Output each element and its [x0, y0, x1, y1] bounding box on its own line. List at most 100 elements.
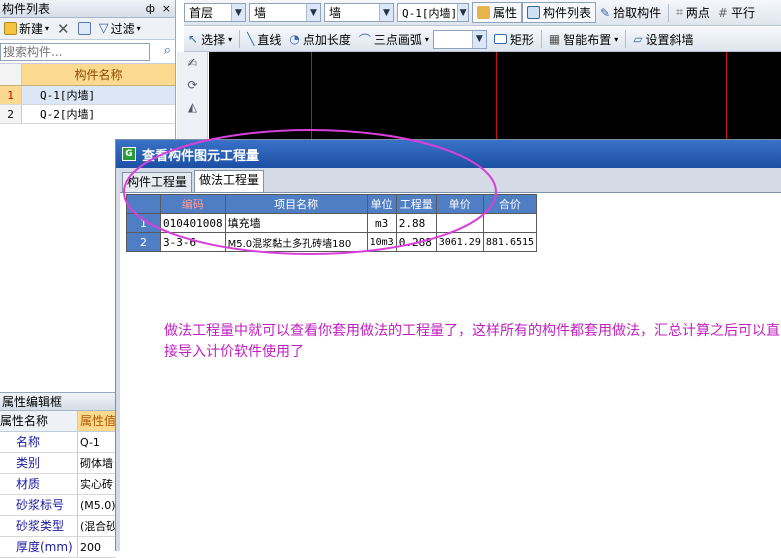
component-value: Q-1[内墙]: [402, 6, 458, 20]
parallel-icon: #: [717, 5, 728, 20]
property-row[interactable]: 砂浆标号 (M5.0): [0, 495, 116, 516]
arc-button[interactable]: ⌒ 三点画弧 ▾: [355, 29, 433, 50]
parallel-label: 平行: [730, 6, 755, 20]
property-row[interactable]: 材质 实心砖: [0, 474, 116, 495]
draw-option-select[interactable]: ▼: [432, 29, 487, 49]
property-name: 材质: [0, 474, 78, 494]
parallel-button[interactable]: # 平行: [714, 2, 759, 23]
annotation-text: 做法工程量中就可以查看你套用做法的工程量了，这样所有的构件都套用做法，汇总计算之…: [164, 323, 780, 360]
toolbar-separator: [668, 3, 670, 22]
property-name: 厚度(mm): [0, 537, 78, 557]
category-select[interactable]: 墙 ▼: [249, 3, 321, 22]
property-row[interactable]: 类别 砌体墙: [0, 453, 116, 474]
filter-icon: ▽: [98, 21, 109, 36]
property-panel: 属性编辑框 属性名称 属性值 名称 Q-1 类别 砌体墙 材质 实心砖 砂浆标号 (M5…: [0, 392, 116, 558]
copy-icon: [77, 22, 91, 35]
list-item[interactable]: 2 Q-2[内墙]: [0, 105, 175, 124]
pick-component-button[interactable]: ✎ 拾取构件: [596, 2, 665, 23]
point-length-label: 点加长度: [302, 32, 351, 47]
highlight-ellipse: [123, 129, 497, 255]
list-icon: [527, 6, 541, 19]
new-label: 新建: [19, 22, 44, 36]
search-row: ⌕: [0, 40, 175, 64]
chevron-down-icon: ▾: [136, 24, 141, 33]
chevron-down-icon: ▾: [228, 34, 233, 44]
pick-icon: ✎: [600, 5, 611, 20]
pin-icon[interactable]: ф: [146, 0, 155, 18]
search-icon[interactable]: ⌕: [164, 43, 171, 58]
property-value[interactable]: (M5.0): [78, 495, 116, 515]
list-item[interactable]: 1 Q-1[内墙]: [0, 86, 175, 105]
toolbar-selectors: 首层 ▼ 墙 ▼ 墙 ▼ Q-1[内墙] ▼ 属性 构件列表 ✎ 拾取构件 ⌗ 两点 # 平行: [184, 0, 781, 26]
two-points-icon: ⌗: [676, 5, 683, 19]
smart-layout-button[interactable]: ▦ 智能布置 ▾: [545, 29, 622, 50]
property-name: 名称: [0, 432, 78, 452]
type-select[interactable]: 墙 ▼: [324, 3, 394, 22]
select-icon: ↖: [188, 32, 199, 46]
property-value[interactable]: 实心砖: [78, 474, 116, 494]
select-button[interactable]: ↖ 选择 ▾: [184, 29, 236, 50]
filter-label: 过滤: [110, 22, 135, 36]
property-value[interactable]: (混合砂: [78, 516, 116, 536]
point-length-icon: ◔: [289, 32, 300, 46]
property-name: 砂浆标号: [0, 495, 78, 515]
arc-icon: ⌒: [358, 32, 371, 47]
close-icon[interactable]: ×: [162, 0, 171, 18]
toolbar-separator: [239, 30, 241, 48]
chevron-down-icon: ▼: [457, 4, 468, 21]
category-value: 墙: [254, 6, 267, 20]
copy-button[interactable]: [76, 22, 93, 35]
chevron-down-icon: ▾: [424, 34, 429, 44]
mirror-icon[interactable]: ◭: [177, 96, 208, 118]
select-label: 选择: [201, 32, 226, 47]
smart-layout-label: 智能布置: [563, 32, 612, 47]
pick-label: 拾取构件: [613, 6, 662, 20]
two-points-button[interactable]: ⌗ 两点: [672, 2, 714, 23]
property-value[interactable]: 砌体墙: [78, 453, 116, 473]
slope-wall-label: 设置斜墙: [645, 32, 694, 47]
line-label: 直线: [257, 32, 282, 47]
chevron-down-icon: ▼: [379, 4, 393, 21]
floor-select[interactable]: 首层 ▼: [184, 3, 246, 22]
line-icon: ╲: [247, 32, 255, 46]
slope-wall-button[interactable]: ▱ 设置斜墙: [629, 29, 697, 50]
two-points-label: 两点: [685, 6, 710, 20]
delete-button[interactable]: ✕: [55, 20, 72, 38]
point-length-button[interactable]: ◔ 点加长度: [285, 29, 355, 50]
toolbar-draw: ↖ 选择 ▾ ╲ 直线 ◔ 点加长度 ⌒ 三点画弧 ▾ ▼ 矩形 ▦ 智能布置 ▾ ▱ 设置斜墙: [184, 27, 781, 52]
property-row[interactable]: 砂浆类型 (混合砂: [0, 516, 116, 537]
properties-label: 属性: [493, 6, 518, 20]
component-list-button[interactable]: 构件列表: [522, 2, 597, 23]
property-row[interactable]: 厚度(mm) 200: [0, 537, 116, 558]
rect-button[interactable]: 矩形: [490, 29, 538, 50]
toolbar-separator: [625, 30, 627, 48]
property-row[interactable]: 名称 Q-1: [0, 432, 116, 453]
property-value[interactable]: Q-1: [78, 432, 116, 452]
component-toolbar: 新建 ▾ ✕ ▽ 过滤 ▾: [0, 18, 175, 40]
search-input[interactable]: [0, 42, 150, 61]
chevron-down-icon: ▼: [231, 4, 245, 21]
properties-button[interactable]: 属性: [472, 2, 523, 23]
filter-button[interactable]: ▽ 过滤 ▾: [97, 20, 143, 37]
type-value: 墙: [329, 6, 342, 20]
slope-wall-icon: ▱: [633, 32, 643, 46]
property-value[interactable]: 200: [78, 537, 116, 557]
floor-value: 首层: [189, 6, 214, 20]
component-select[interactable]: Q-1[内墙] ▼: [397, 3, 469, 22]
property-name-header: 属性名称: [0, 411, 78, 431]
grid-header: 构件名称: [0, 64, 175, 86]
new-button[interactable]: 新建 ▾: [2, 20, 51, 37]
panel-title-bar: 构件列表 ф ×: [0, 0, 175, 18]
line-button[interactable]: ╲ 直线: [243, 29, 285, 50]
properties-icon: [477, 6, 490, 19]
pen-icon[interactable]: ✍: [177, 52, 208, 74]
row-number: 2: [0, 105, 22, 123]
property-name: 砂浆类型: [0, 516, 78, 536]
delete-icon: ✕: [57, 19, 70, 38]
rotate-icon[interactable]: ⟳: [177, 74, 208, 96]
arc-label: 三点画弧: [373, 32, 422, 47]
property-panel-title: 属性编辑框: [0, 393, 116, 411]
chevron-down-icon: ▾: [614, 34, 619, 44]
chevron-down-icon: ▼: [306, 4, 320, 21]
chevron-down-icon: ▾: [45, 24, 50, 33]
